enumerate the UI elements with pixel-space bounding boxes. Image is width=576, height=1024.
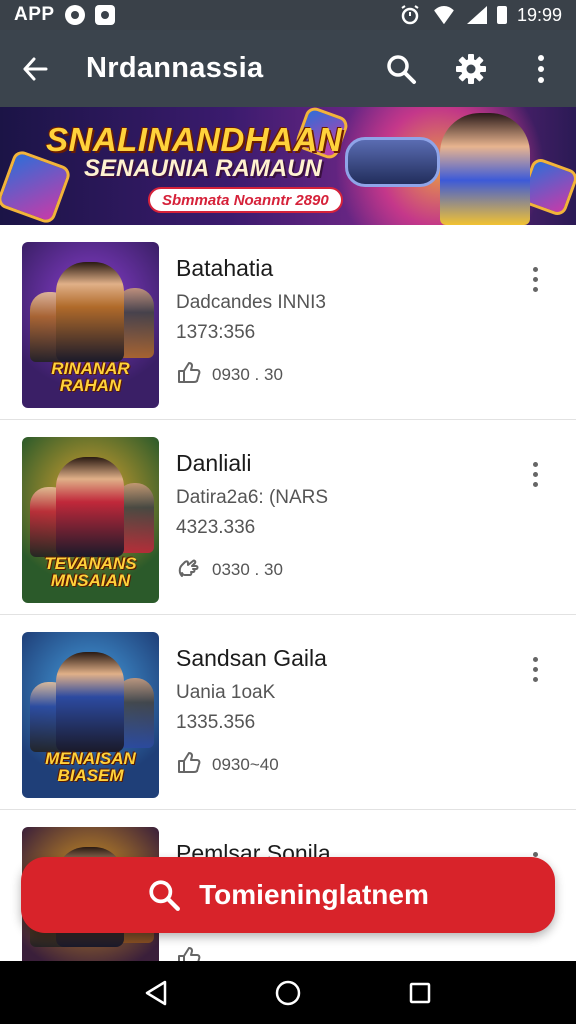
settings-icon — [456, 53, 486, 84]
game-thumbnail[interactable]: MENAISAN BIASEM — [22, 632, 159, 798]
more-vert-icon — [532, 461, 538, 467]
more-vert-icon-dot — [532, 471, 538, 477]
item-overflow-button[interactable] — [518, 257, 552, 301]
game-number: 4323.336 — [176, 517, 256, 538]
status-right: 19:99 — [399, 4, 562, 26]
game-list-item[interactable]: MENAISAN BIASEM Sandsan Gaila Uania 1oaK… — [0, 615, 576, 810]
game-meta-value: 0330 . 30 — [212, 559, 283, 579]
game-title: Sandsan Gaila — [176, 645, 327, 671]
banner-cannon-graphic — [345, 137, 440, 187]
settings-button[interactable] — [436, 30, 506, 107]
alarm-icon — [401, 5, 419, 25]
recents-square-icon — [409, 982, 431, 1003]
game-number: 1373:356 — [176, 322, 256, 343]
item-overflow-button[interactable] — [518, 647, 552, 691]
game-list-item[interactable]: TEVANANS MNSAIAN Danliali Datira2a6: (NA… — [0, 420, 576, 615]
thumbnail-logo: RINANAR RAHAN — [51, 359, 130, 395]
wifi-icon — [431, 6, 457, 24]
home-circle-icon — [275, 980, 301, 1005]
more-vert-icon — [532, 656, 538, 662]
promo-banner[interactable]: SNALINANDHAAN SENAUNIA RAMAUN Sbmmata No… — [0, 107, 576, 225]
more-vert-icon — [532, 851, 538, 857]
game-meta: 0330 . 30 — [176, 554, 283, 585]
game-subtitle: Dadcandes INNI3 — [176, 292, 326, 313]
banner-tag: Sbmmata Noanntr 2890 — [148, 187, 343, 213]
banner-subtitle: SENAUNIA RAMAUN — [84, 155, 322, 182]
nav-recents-button[interactable] — [395, 968, 445, 1018]
more-vert-icon — [538, 54, 544, 83]
game-thumbnail[interactable]: RINANAR RAHAN — [22, 242, 159, 408]
status-left: APP — [14, 4, 115, 26]
game-meta-value: 0930~40 — [212, 754, 279, 774]
banner-hero-graphic — [440, 113, 530, 225]
game-meta: 0930~40 — [176, 749, 279, 780]
game-title: Danliali — [176, 450, 252, 476]
overflow-menu-button[interactable] — [506, 30, 576, 107]
more-vert-icon-dot — [532, 286, 538, 292]
back-arrow-icon — [23, 57, 48, 80]
thumbnail-figure — [56, 652, 124, 752]
search-games-label: Tomieninglatnem — [199, 879, 429, 910]
game-meta-value: 0930 . 30 — [212, 364, 283, 384]
signal-icon — [466, 6, 487, 24]
game-number: 1335.356 — [176, 712, 256, 733]
game-thumbnail[interactable]: TEVANANS MNSAIAN — [22, 437, 159, 603]
status-app-label: APP — [14, 4, 55, 25]
banner-title: SNALINANDHAAN — [46, 121, 343, 158]
app-notification-icon — [94, 5, 115, 25]
notification-icon — [64, 5, 85, 25]
search-icon — [387, 54, 416, 84]
status-time: 19:99 — [516, 4, 562, 25]
game-meta: 0930 . 30 — [176, 359, 283, 390]
thumbnail-figure — [56, 262, 124, 362]
battery-icon — [496, 6, 507, 24]
nav-home-button[interactable] — [263, 968, 313, 1018]
thumbnail-logo: TEVANANS MNSAIAN — [44, 554, 137, 590]
search-icon — [149, 880, 181, 911]
app-bar: Nrdannassia — [0, 30, 576, 107]
screen: APP 19:99 Nrdannassia SNALINANDHAAN SENA… — [0, 0, 576, 1024]
system-nav-bar — [0, 961, 576, 1024]
more-vert-icon — [532, 266, 538, 272]
back-button[interactable] — [0, 30, 70, 107]
game-list-item[interactable]: RINANAR RAHAN Batahatia Dadcandes INNI3 … — [0, 225, 576, 420]
thumbs-up-icon — [176, 749, 202, 780]
more-vert-icon-dot — [532, 481, 538, 487]
page-title: Nrdannassia — [86, 52, 264, 84]
thumbs-up-icon — [176, 359, 202, 390]
hand-icon — [176, 554, 202, 585]
search-games-button[interactable]: Tomieninglatnem — [21, 857, 555, 933]
game-title: Batahatia — [176, 255, 274, 281]
game-subtitle: Uania 1oaK — [176, 682, 276, 703]
thumbnail-figure — [56, 457, 124, 557]
more-vert-icon-dot — [532, 676, 538, 682]
item-overflow-button[interactable] — [518, 452, 552, 496]
thumbnail-logo: MENAISAN BIASEM — [45, 749, 136, 785]
nav-back-button[interactable] — [131, 968, 181, 1018]
search-button[interactable] — [366, 30, 436, 107]
more-vert-icon-dot — [532, 276, 538, 282]
status-bar: APP 19:99 — [0, 0, 576, 30]
more-vert-icon-dot — [532, 666, 538, 672]
banner-cube-graphic — [0, 148, 73, 225]
back-triangle-icon — [145, 980, 167, 1005]
game-subtitle: Datira2a6: (NARS — [176, 487, 329, 508]
